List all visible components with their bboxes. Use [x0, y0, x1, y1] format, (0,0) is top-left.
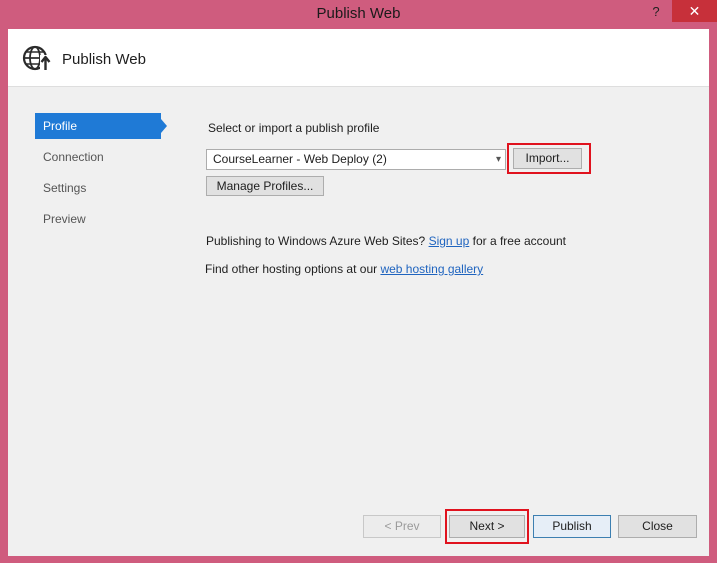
- sidebar-item-settings[interactable]: Settings: [35, 175, 161, 201]
- azure-signup-line: Publishing to Windows Azure Web Sites? S…: [206, 234, 566, 248]
- sidebar-item-preview[interactable]: Preview: [35, 206, 161, 232]
- help-button[interactable]: ?: [643, 2, 669, 22]
- dialog-header: Publish Web: [8, 29, 709, 87]
- profile-instruction: Select or import a publish profile: [208, 121, 380, 135]
- selected-profile-value: CourseLearner - Web Deploy (2): [213, 152, 387, 166]
- close-button[interactable]: Close: [618, 515, 697, 538]
- sidebar-item-connection[interactable]: Connection: [35, 144, 161, 170]
- sign-up-link[interactable]: Sign up: [429, 234, 470, 248]
- publish-web-window: Publish Web ? ✕ Publish Web Profile Conn…: [0, 0, 717, 563]
- azure-text: Publishing to Windows Azure Web Sites?: [206, 234, 426, 248]
- window-title: Publish Web: [316, 5, 401, 22]
- sidebar-item-profile[interactable]: Profile: [35, 113, 167, 139]
- dialog-client-area: Publish Web Profile Connection Settings …: [8, 29, 709, 556]
- import-button[interactable]: Import...: [513, 148, 582, 169]
- web-hosting-gallery-link[interactable]: web hosting gallery: [380, 262, 483, 276]
- publish-button[interactable]: Publish: [533, 515, 611, 538]
- window-close-button[interactable]: ✕: [672, 0, 717, 22]
- globe-publish-icon: [22, 45, 51, 71]
- manage-profiles-button[interactable]: Manage Profiles...: [206, 176, 324, 196]
- prev-button[interactable]: < Prev: [363, 515, 441, 538]
- hosting-text: Find other hosting options at our: [205, 262, 378, 276]
- dialog-header-title: Publish Web: [62, 51, 146, 68]
- chevron-down-icon: ▾: [495, 154, 501, 165]
- title-bar[interactable]: Publish Web ? ✕: [0, 0, 717, 28]
- next-button[interactable]: Next >: [449, 515, 525, 538]
- hosting-gallery-line: Find other hosting options at our web ho…: [205, 262, 483, 276]
- azure-suffix: for a free account: [472, 234, 567, 248]
- publish-profile-dropdown[interactable]: CourseLearner - Web Deploy (2) ▾: [206, 149, 506, 170]
